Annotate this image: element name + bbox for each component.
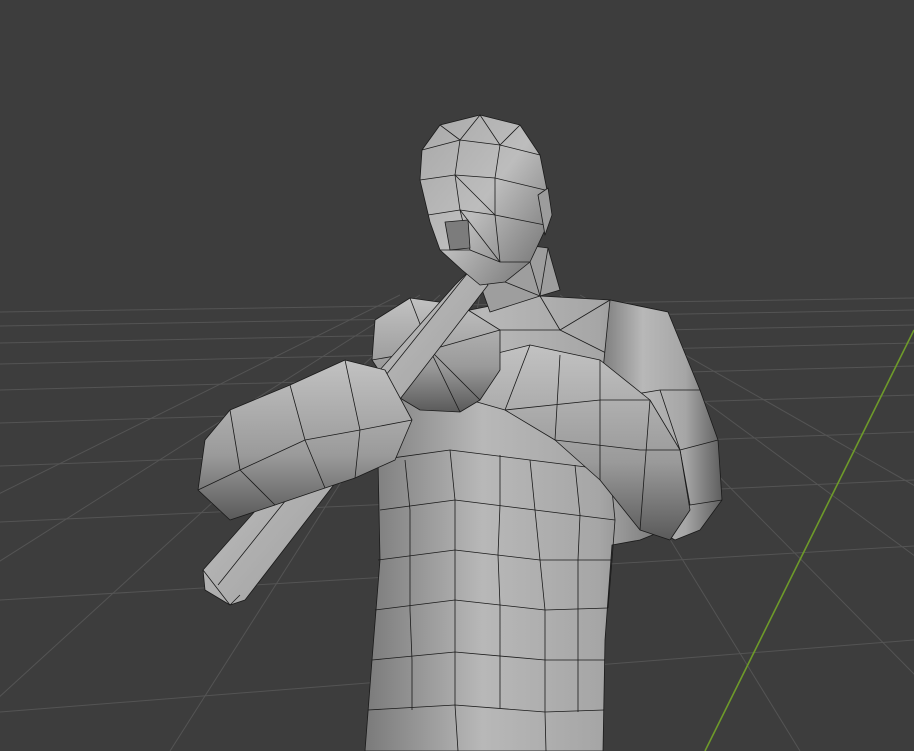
3d-viewport[interactable] — [0, 0, 914, 751]
viewport-canvas[interactable] — [0, 0, 914, 751]
